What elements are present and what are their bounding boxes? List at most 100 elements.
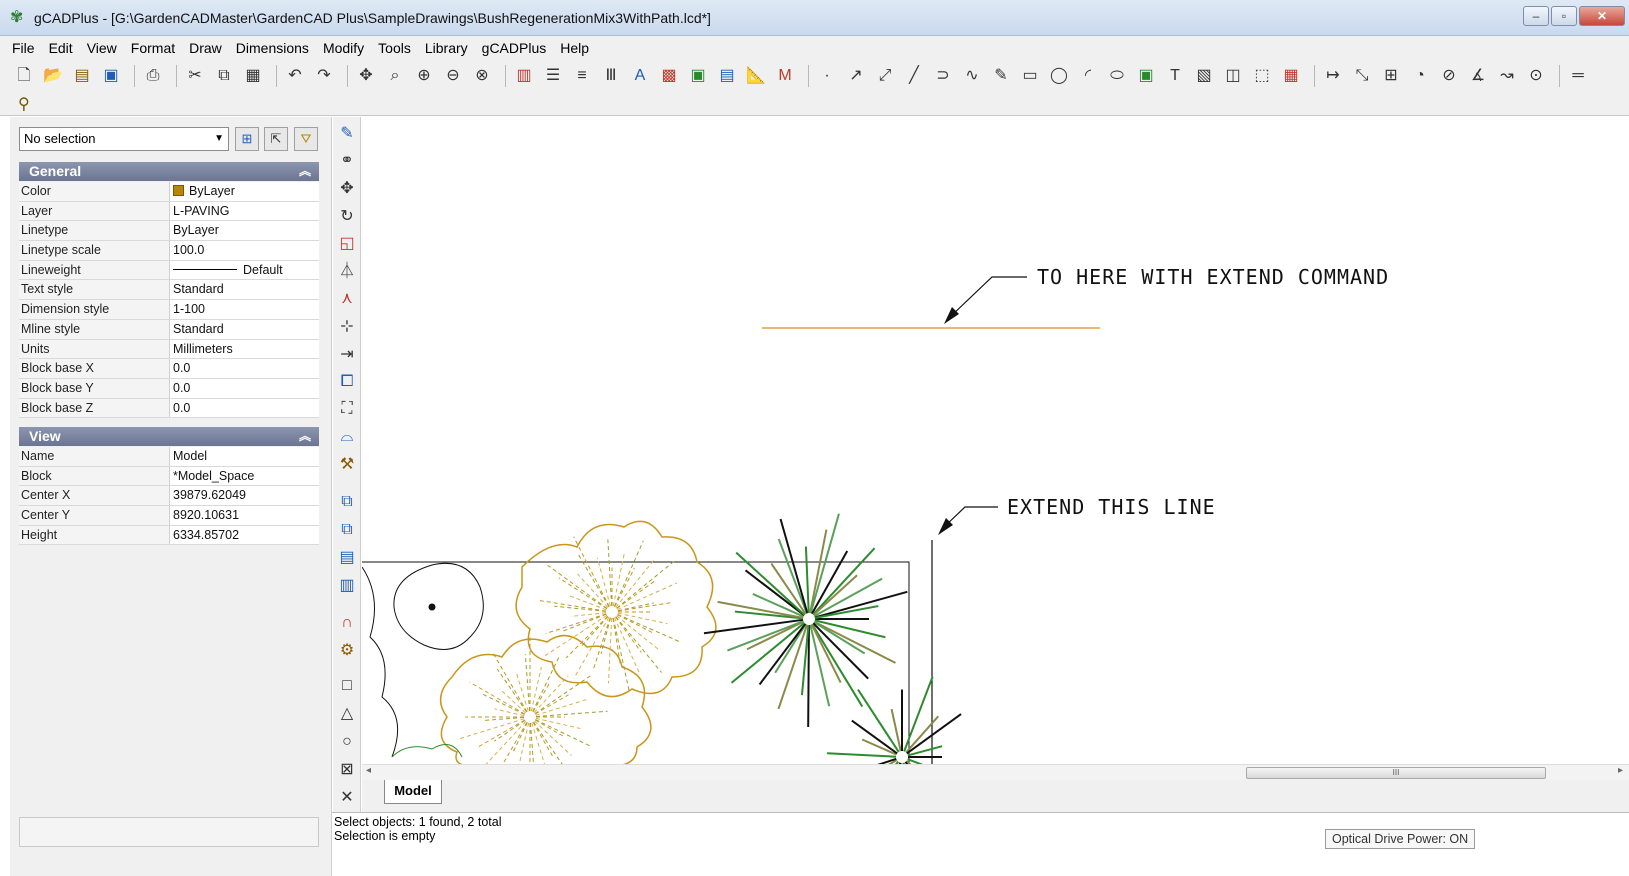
bring-above-icon[interactable]: ▤ bbox=[335, 546, 359, 570]
ellipse-icon[interactable]: ⬭ bbox=[1105, 64, 1129, 88]
send-to-back-icon[interactable]: ⧉ bbox=[335, 518, 359, 542]
copy-icon[interactable]: ⧉ bbox=[212, 64, 236, 88]
xline-icon[interactable]: ⤢ bbox=[873, 64, 897, 88]
drawing-svg[interactable] bbox=[362, 117, 1629, 766]
dimension-style-icon[interactable]: ▩ bbox=[657, 64, 681, 88]
menu-library[interactable]: Library bbox=[425, 40, 468, 56]
menu-format[interactable]: Format bbox=[131, 40, 175, 56]
leader-icon[interactable]: ↝ bbox=[1495, 64, 1519, 88]
copy-object-icon[interactable]: ⚭ bbox=[335, 149, 359, 173]
quick-select-button[interactable]: ⊞ bbox=[235, 127, 259, 151]
center-mark-icon[interactable]: ⊙ bbox=[1524, 64, 1548, 88]
dimension-diameter-icon[interactable]: ⊘ bbox=[1437, 64, 1461, 88]
zoom-extents-icon[interactable]: ⊗ bbox=[470, 64, 494, 88]
insert-block-icon[interactable]: ▣ bbox=[1134, 64, 1158, 88]
property-row-block-base-x[interactable]: Block base X 0.0 bbox=[19, 359, 319, 379]
drawing-canvas[interactable]: TO HERE WITH EXTEND COMMAND EXTEND THIS … bbox=[362, 117, 1629, 766]
property-row-center-x[interactable]: Center X 39879.62049 bbox=[19, 486, 319, 507]
view-section-header[interactable]: View ︽ bbox=[19, 427, 319, 446]
property-row-linetype[interactable]: Linetype ByLayer bbox=[19, 221, 319, 242]
zoom-realtime-icon[interactable]: ⌕ bbox=[383, 64, 407, 88]
tab-model[interactable]: Model bbox=[384, 780, 442, 804]
edit-pline-icon[interactable]: ⚒ bbox=[335, 453, 359, 477]
extend-icon[interactable]: ⇥ bbox=[335, 343, 359, 367]
arc-icon[interactable]: ◜ bbox=[1076, 64, 1100, 88]
cut-icon[interactable]: ✂ bbox=[183, 64, 207, 88]
offset-icon[interactable]: ⧠ bbox=[335, 370, 359, 394]
scale-icon[interactable]: ◱ bbox=[335, 232, 359, 256]
table-icon[interactable]: ▦ bbox=[1279, 64, 1303, 88]
snap-circle-icon[interactable]: ○ bbox=[335, 730, 359, 754]
scroll-left-icon[interactable]: ◂ bbox=[366, 765, 371, 776]
property-row-text-style[interactable]: Text style Standard bbox=[19, 280, 319, 301]
linetype-icon[interactable]: ≡ bbox=[570, 64, 594, 88]
osnap-settings-icon[interactable]: ⚙ bbox=[335, 639, 359, 663]
mirror-icon[interactable]: ⏃ bbox=[335, 260, 359, 284]
help-icon[interactable]: ⚲ bbox=[18, 94, 30, 114]
property-row-block[interactable]: Block *Model_Space bbox=[19, 466, 319, 487]
property-row-linetype-scale[interactable]: Linetype scale 100.0 bbox=[19, 241, 319, 261]
property-value[interactable]: 8920.10631 bbox=[170, 506, 319, 525]
menu-modify[interactable]: Modify bbox=[323, 40, 364, 56]
trim-icon[interactable]: ⊹ bbox=[335, 315, 359, 339]
point-icon[interactable]: · bbox=[815, 64, 839, 88]
property-value[interactable]: 0.0 bbox=[170, 378, 319, 398]
new-file-icon[interactable]: 🗋 bbox=[12, 64, 36, 88]
dimension-angular-icon[interactable]: ∡ bbox=[1466, 64, 1490, 88]
property-value[interactable]: Standard bbox=[170, 280, 319, 300]
menu-edit[interactable]: Edit bbox=[49, 40, 73, 56]
menu-help[interactable]: Help bbox=[560, 40, 589, 56]
mline-icon[interactable]: M bbox=[773, 64, 797, 88]
hatch-icon[interactable]: ▧ bbox=[1192, 64, 1216, 88]
property-row-mline-style[interactable]: Mline style Standard bbox=[19, 319, 319, 340]
bring-to-front-icon[interactable]: ⧉ bbox=[335, 490, 359, 514]
circle-icon[interactable]: ◯ bbox=[1047, 64, 1071, 88]
close-button[interactable]: ✕ bbox=[1579, 6, 1625, 26]
select-objects-button[interactable]: ⇱ bbox=[264, 127, 288, 151]
property-value[interactable]: ByLayer bbox=[170, 221, 319, 241]
layer-states-icon[interactable]: ☰ bbox=[541, 64, 565, 88]
snap-none-icon[interactable]: ✕ bbox=[335, 786, 359, 810]
maximize-button[interactable]: ▫ bbox=[1551, 6, 1577, 26]
save-icon[interactable]: ▣ bbox=[99, 64, 123, 88]
polyline-icon[interactable]: ⊃ bbox=[931, 64, 955, 88]
property-value[interactable]: Standard bbox=[170, 319, 319, 339]
menu-gcadplus[interactable]: gCADPlus bbox=[482, 40, 547, 56]
snap-intersection-icon[interactable]: ⊠ bbox=[335, 758, 359, 782]
property-value[interactable]: 6334.85702 bbox=[170, 525, 319, 545]
property-value[interactable]: 0.0 bbox=[170, 359, 319, 378]
move-icon[interactable]: ✥ bbox=[335, 177, 359, 201]
menu-view[interactable]: View bbox=[87, 40, 117, 56]
dimension-linear-icon[interactable]: ↦ bbox=[1321, 64, 1345, 88]
property-row-name[interactable]: Name Model bbox=[19, 447, 319, 467]
snap-magnet-icon[interactable]: ∩ bbox=[335, 611, 359, 635]
property-row-units[interactable]: Units Millimeters bbox=[19, 339, 319, 360]
property-value[interactable]: 39879.62049 bbox=[170, 486, 319, 506]
block-icon[interactable]: ▣ bbox=[686, 64, 710, 88]
text-icon[interactable]: T bbox=[1163, 64, 1187, 88]
property-row-center-y[interactable]: Center Y 8920.10631 bbox=[19, 506, 319, 526]
line-icon[interactable]: ╱ bbox=[902, 64, 926, 88]
rectangle-icon[interactable]: ▭ bbox=[1018, 64, 1042, 88]
erase-icon[interactable]: ✎ bbox=[335, 122, 359, 146]
general-section-header[interactable]: General ︽ bbox=[19, 162, 319, 181]
property-row-layer[interactable]: Layer L-PAVING bbox=[19, 201, 319, 222]
pan-icon[interactable]: ✥ bbox=[354, 64, 378, 88]
pickadd-filter-button[interactable]: ⛛ bbox=[294, 127, 318, 151]
property-row-block-base-y[interactable]: Block base Y 0.0 bbox=[19, 378, 319, 399]
property-value[interactable]: Millimeters bbox=[170, 339, 319, 359]
open-library-icon[interactable]: ▤ bbox=[70, 64, 94, 88]
layout-icon[interactable]: ▤ bbox=[715, 64, 739, 88]
text-style-icon[interactable]: A bbox=[628, 64, 652, 88]
redo-icon[interactable]: ↷ bbox=[312, 64, 336, 88]
selection-dropdown[interactable]: No selection ▼ bbox=[19, 127, 229, 151]
paste-icon[interactable]: ▦ bbox=[241, 64, 265, 88]
layers-icon[interactable]: ▥ bbox=[512, 64, 536, 88]
collapse-icon[interactable]: ︽ bbox=[299, 162, 311, 181]
menu-file[interactable]: File bbox=[12, 40, 35, 56]
open-file-icon[interactable]: 📂 bbox=[41, 64, 65, 88]
horizontal-scrollbar[interactable]: ◂ III ▸ bbox=[362, 764, 1629, 780]
measure-icon[interactable]: 📐 bbox=[744, 64, 768, 88]
menu-draw[interactable]: Draw bbox=[189, 40, 222, 56]
minimize-button[interactable]: – bbox=[1523, 6, 1549, 26]
